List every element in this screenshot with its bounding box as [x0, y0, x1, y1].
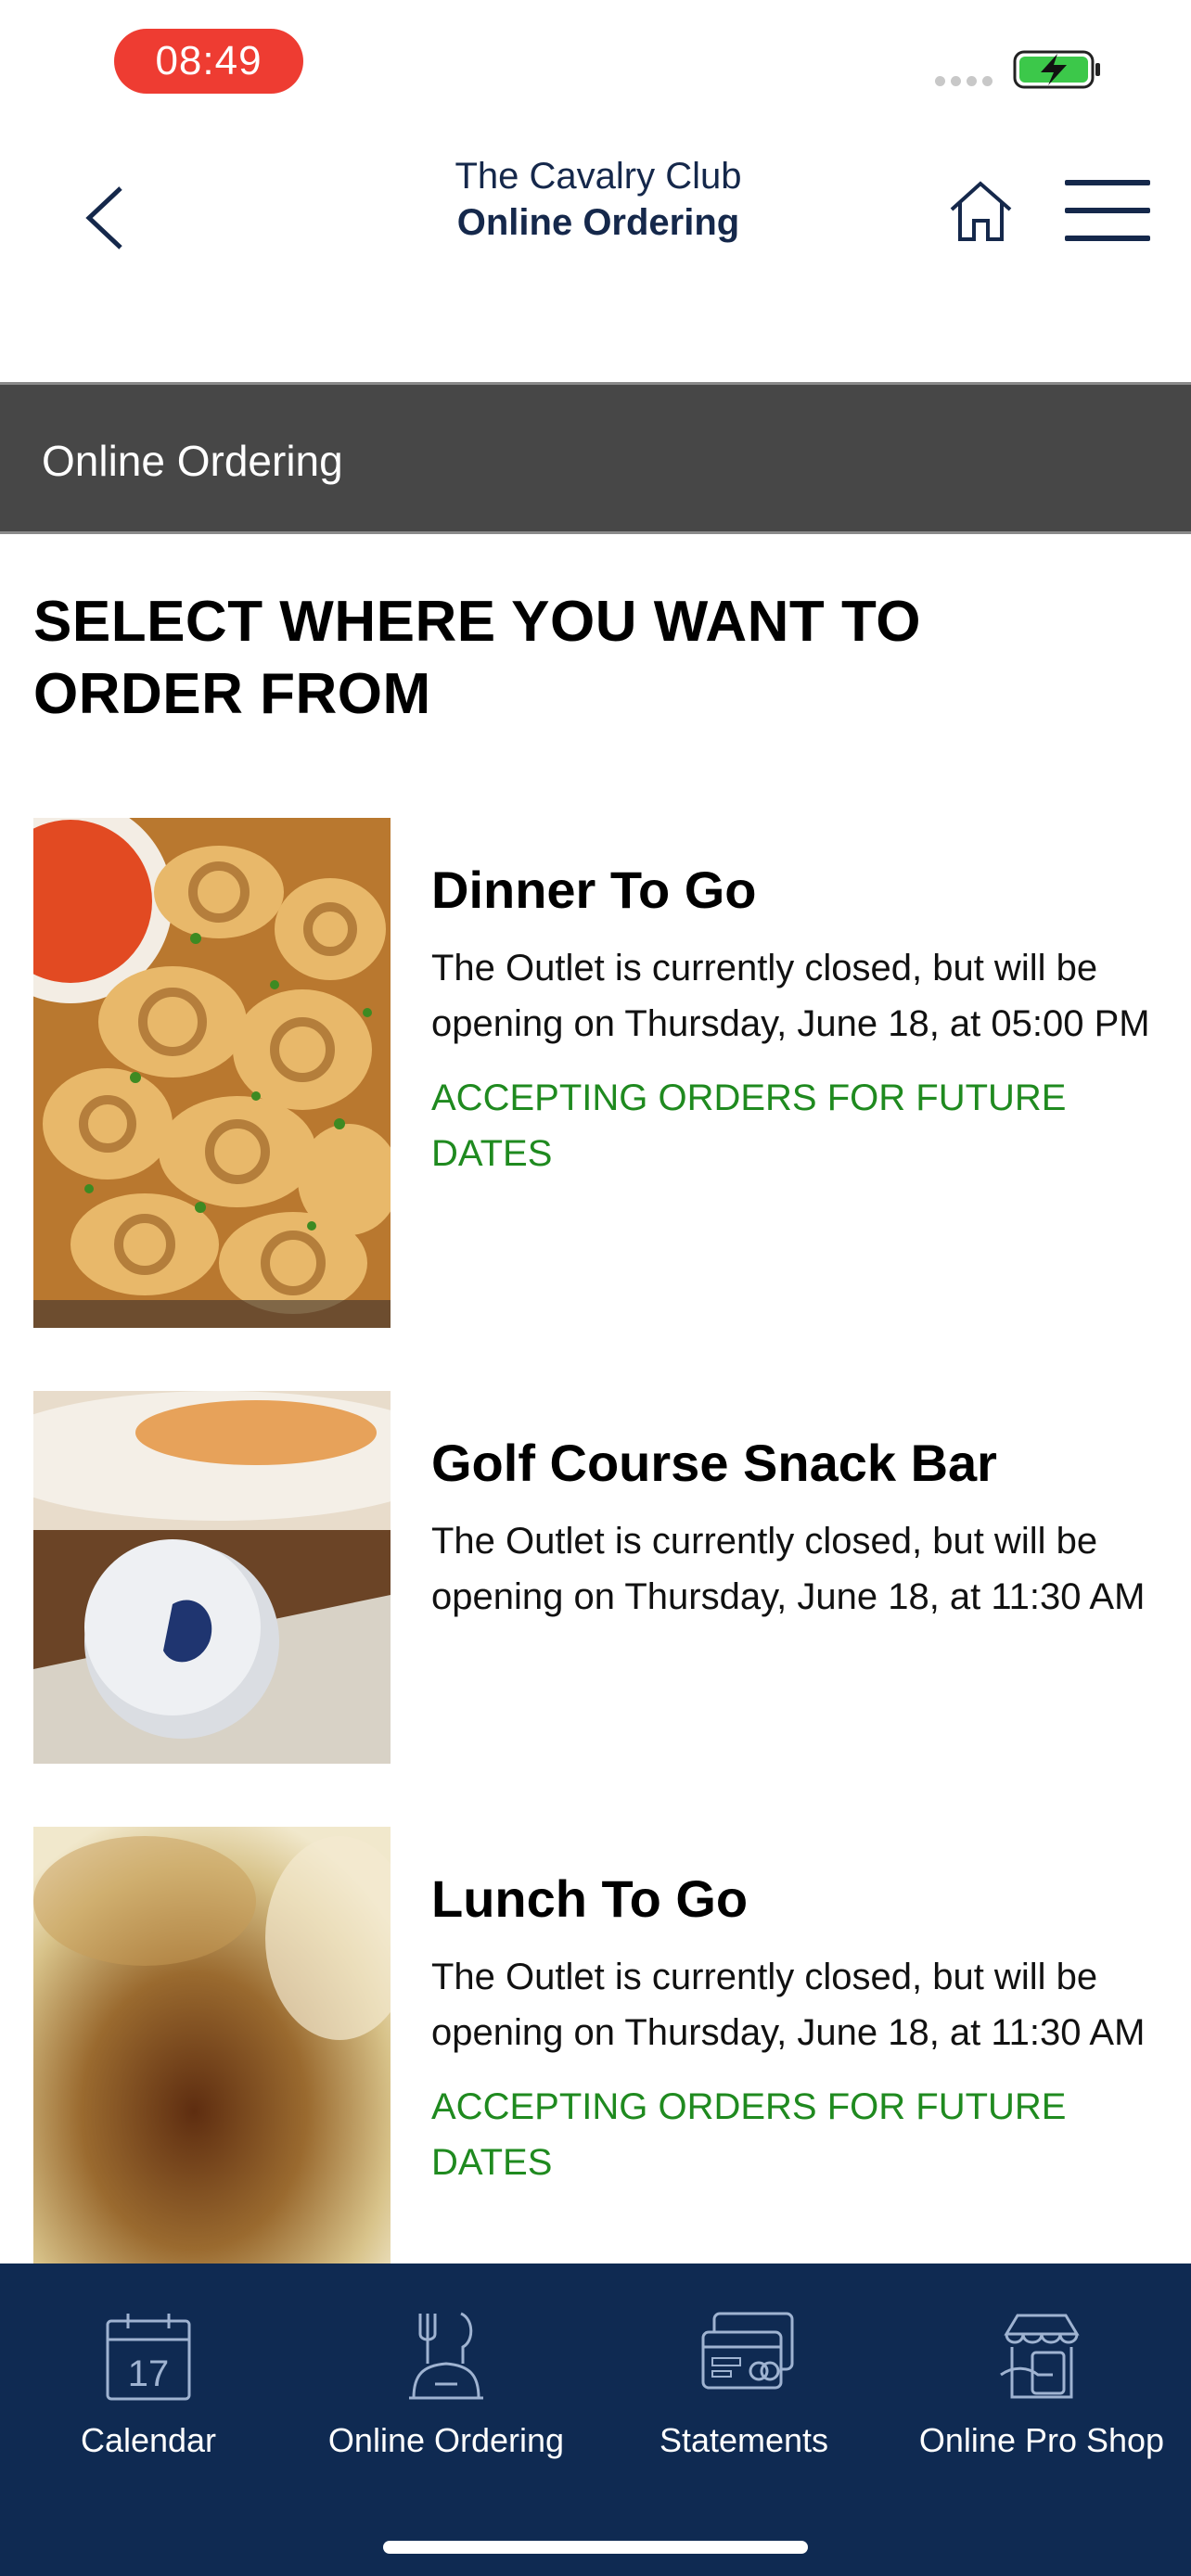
- tab-online-ordering[interactable]: Online Ordering: [298, 2264, 595, 2468]
- tab-label: Online Ordering: [327, 2421, 565, 2459]
- outlet-status: The Outlet is currently closed, but will…: [431, 1957, 1146, 2053]
- svg-text:17: 17: [128, 2353, 170, 2394]
- outlet-accepting-badge: ACCEPTING ORDERS FOR FUTURE DATES: [431, 1078, 1067, 1174]
- outlet-details: Golf Course Snack Bar The Outlet is curr…: [431, 1434, 1155, 1625]
- signal-dots-icon: [935, 76, 992, 86]
- shop-icon: [1000, 2314, 1080, 2399]
- tab-calendar[interactable]: 17 Calendar: [0, 2264, 297, 2468]
- outlet-name: Lunch To Go: [431, 1869, 749, 1928]
- section-heading-line1: SELECT WHERE YOU WANT TO: [33, 590, 921, 654]
- outlet-item-lunch-to-go[interactable]: Lunch To Go The Outlet is currently clos…: [33, 1827, 1184, 2264]
- section-heading-line2: ORDER FROM: [33, 662, 431, 726]
- tab-statements[interactable]: Statements: [596, 2264, 892, 2468]
- outlet-name: Dinner To Go: [431, 861, 757, 919]
- page-title-bar: Online Ordering: [0, 382, 1191, 534]
- section-heading: SELECT WHERE YOU WANT TO ORDER FROM: [33, 586, 961, 731]
- tab-label: Calendar: [80, 2421, 217, 2459]
- page-title: Online Ordering: [42, 437, 343, 485]
- outlet-item-golf-course-snack-bar[interactable]: Golf Course Snack Bar The Outlet is curr…: [33, 1391, 1184, 1764]
- outlet-accepting-badge: ACCEPTING ORDERS FOR FUTURE DATES: [431, 2086, 1067, 2183]
- statement-card-icon: [701, 2312, 794, 2390]
- app-header: The Cavalry Club Online Ordering: [0, 121, 1191, 382]
- tab-label: Statements: [659, 2421, 829, 2459]
- home-indicator[interactable]: [383, 2541, 808, 2554]
- status-time: 08:49: [114, 29, 303, 94]
- outlet-name: Golf Course Snack Bar: [431, 1434, 997, 1492]
- bottom-tab-bar: 17 Calendar Online Ordering Statements O…: [0, 2264, 1191, 2576]
- food-order-icon: [409, 2312, 483, 2400]
- outlet-item-dinner-to-go[interactable]: Dinner To Go The Outlet is currently clo…: [33, 818, 1184, 1328]
- outlet-image-lunch: [33, 1827, 391, 2264]
- outlet-details: Dinner To Go The Outlet is currently clo…: [431, 861, 1155, 1181]
- tab-label: Online Pro Shop: [918, 2421, 1165, 2459]
- outlet-status: The Outlet is currently closed, but will…: [431, 948, 1150, 1044]
- home-icon[interactable]: [946, 176, 1016, 246]
- tab-online-pro-shop[interactable]: Online Pro Shop: [893, 2264, 1190, 2468]
- battery-charging-icon: [1013, 50, 1100, 89]
- calendar-icon: 17: [106, 2314, 191, 2401]
- status-bar: 08:49: [0, 0, 1191, 121]
- outlet-status: The Outlet is currently closed, but will…: [431, 1521, 1146, 1617]
- outlet-details: Lunch To Go The Outlet is currently clos…: [431, 1869, 1155, 2190]
- outlet-image-golf-ball: [33, 1391, 391, 1764]
- hamburger-menu-icon[interactable]: [1065, 178, 1150, 245]
- outlet-image-calamari: [33, 818, 391, 1328]
